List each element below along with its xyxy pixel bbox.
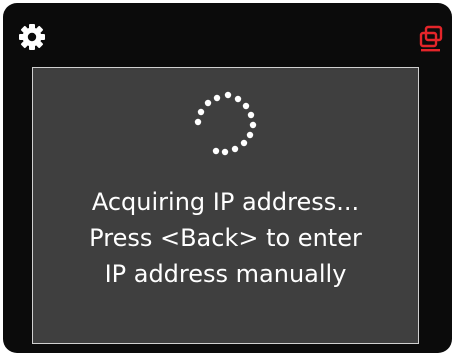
status-dialog: Acquiring IP address... Press <Back> to … [32,67,419,344]
status-message: Acquiring IP address... Press <Back> to … [33,184,418,292]
gear-icon[interactable] [18,23,46,51]
top-bar [3,3,452,67]
network-icon [417,24,445,52]
device-screen: Acquiring IP address... Press <Back> to … [3,3,452,353]
status-line-acquiring: Acquiring IP address... [91,188,360,216]
status-line-back-hint: Press <Back> to enter [89,224,362,252]
status-line-manual-hint: IP address manually [104,260,347,288]
loading-spinner-icon [183,85,267,169]
